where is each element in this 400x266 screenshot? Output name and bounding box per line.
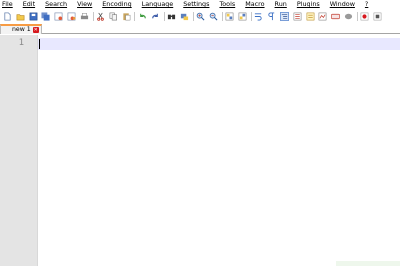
indent-guide-icon[interactable]: [280, 11, 289, 21]
document-icon: [3, 27, 10, 42]
toolbar: [0, 10, 400, 22]
stop-macro-icon[interactable]: [360, 12, 369, 21]
copy-icon[interactable]: [109, 12, 118, 21]
toolbar-separator: [221, 11, 223, 21]
menu-settings[interactable]: Settings: [180, 0, 216, 9]
sync-horizontal-icon[interactable]: [238, 12, 247, 21]
monitoring-icon[interactable]: [331, 12, 340, 21]
word-wrap-icon[interactable]: [254, 12, 263, 21]
menu-tools[interactable]: Tools: [216, 0, 242, 9]
save-icon[interactable]: [29, 12, 38, 21]
find-icon[interactable]: [167, 12, 176, 21]
tab-new-1[interactable]: new 1 ✕: [0, 24, 42, 42]
folder-as-workspace-icon[interactable]: [306, 12, 315, 21]
menu-run[interactable]: Run: [272, 0, 294, 9]
toolbar-separator: [92, 11, 94, 21]
current-line-highlight: [38, 38, 400, 50]
cut-icon[interactable]: [96, 12, 105, 21]
zoom-out-icon[interactable]: [209, 12, 218, 21]
tab-label: new 1: [12, 26, 31, 33]
open-folder-icon[interactable]: [16, 12, 25, 21]
menu-plugins[interactable]: Plugins: [294, 0, 327, 9]
menu-file[interactable]: File: [0, 0, 20, 9]
print-icon[interactable]: [80, 12, 89, 21]
close-tab-icon[interactable]: ✕: [32, 27, 39, 33]
menu-encoding[interactable]: Encoding: [99, 0, 138, 9]
menu-bar: File Edit Search View Encoding Language …: [0, 0, 400, 9]
play-macro-icon[interactable]: [373, 12, 382, 21]
menu-macro[interactable]: Macro: [242, 0, 271, 9]
toolbar-separator: [163, 11, 165, 21]
save-all-icon[interactable]: [41, 11, 50, 21]
toolbar-separator: [192, 11, 194, 21]
toolbar-separator: [356, 11, 358, 21]
replace-icon[interactable]: [180, 12, 189, 21]
sync-vertical-icon[interactable]: [225, 12, 234, 21]
paste-icon[interactable]: [122, 12, 131, 21]
close-all-icon[interactable]: [67, 12, 76, 21]
menu-window[interactable]: Window: [327, 0, 362, 9]
close-icon[interactable]: [54, 12, 63, 21]
menu-search[interactable]: Search: [42, 0, 74, 9]
corner-watermark: [336, 261, 400, 266]
new-file-icon[interactable]: [3, 11, 12, 21]
toolbar-separator: [134, 11, 136, 21]
menu-help[interactable]: ?: [362, 0, 375, 9]
tab-bar: new 1 ✕: [0, 24, 400, 42]
function-list-icon[interactable]: [293, 12, 302, 21]
line-number: 1: [18, 38, 24, 48]
show-all-characters-icon[interactable]: [267, 11, 276, 21]
text-caret: [39, 39, 40, 49]
document-map-icon[interactable]: [318, 12, 327, 21]
editor-area[interactable]: 1: [0, 35, 400, 266]
line-number-gutter: 1: [0, 35, 38, 266]
redo-icon[interactable]: [151, 12, 160, 21]
menu-edit[interactable]: Edit: [20, 0, 42, 9]
undo-icon[interactable]: [138, 12, 147, 21]
toolbar-separator: [250, 11, 252, 21]
menu-view[interactable]: View: [74, 0, 99, 9]
record-macro-icon[interactable]: [344, 12, 353, 21]
menu-language[interactable]: Language: [139, 0, 181, 9]
zoom-in-icon[interactable]: [196, 12, 205, 21]
